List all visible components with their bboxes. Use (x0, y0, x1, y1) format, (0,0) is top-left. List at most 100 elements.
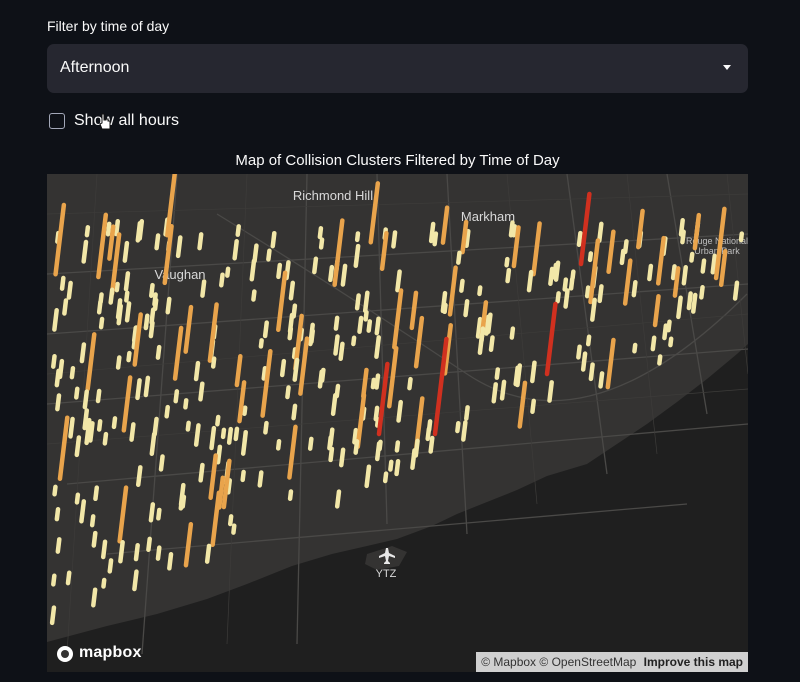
collision-column (547, 380, 554, 403)
collision-column (173, 389, 180, 404)
collision-column (225, 266, 231, 278)
collision-column (123, 271, 131, 292)
show-all-hours-checkbox[interactable] (49, 113, 65, 129)
collision-column (428, 221, 436, 244)
collision-column (710, 253, 717, 275)
collision-column (108, 287, 115, 305)
collision-column (374, 417, 381, 428)
collision-column (631, 279, 638, 298)
collision-column (570, 269, 576, 281)
collision-column (69, 366, 76, 380)
collision-column (288, 280, 296, 301)
collision-column (394, 458, 401, 477)
collision-column (209, 425, 217, 451)
collision-column (580, 351, 588, 372)
collision-column (508, 220, 515, 238)
collision-map[interactable]: Richmond Hill Markham Vaughan Rouge Nati… (47, 174, 748, 672)
collision-column (475, 316, 483, 339)
collision-column (220, 427, 227, 440)
time-of-day-select[interactable]: Afternoon (47, 44, 748, 93)
map-canvas[interactable]: Richmond Hill Markham Vaughan Rouge Nati… (47, 174, 748, 672)
map-title: Map of Collision Clusters Filtered by Ti… (235, 152, 560, 169)
collision-column (113, 218, 121, 237)
collision-column (215, 444, 223, 465)
collision-column (68, 416, 75, 439)
collision-column (146, 536, 152, 552)
collision-column (442, 302, 448, 315)
collision-column (129, 422, 136, 442)
collision-column (361, 367, 369, 399)
collision-column (395, 269, 402, 293)
collision-column (155, 545, 162, 561)
collision-column (291, 403, 298, 421)
collision-column (374, 316, 381, 336)
collision-column (488, 335, 495, 352)
collision-column (700, 258, 707, 274)
collision-column (135, 378, 142, 401)
collision-column (285, 385, 291, 400)
collision-column (135, 221, 143, 243)
collision-column (126, 350, 132, 363)
collision-column (353, 243, 361, 268)
collision-column (156, 507, 162, 521)
collision-column (54, 507, 61, 522)
collision-column (328, 264, 335, 283)
collision-column (328, 446, 335, 463)
collision-column (98, 316, 105, 330)
collision-column (135, 465, 143, 488)
collision-column (74, 492, 81, 505)
attribution-mapbox-link[interactable]: © Mapbox (481, 655, 536, 669)
collision-column (185, 420, 191, 432)
collision-column (357, 315, 364, 334)
collision-column (149, 431, 157, 456)
collision-column (509, 326, 516, 340)
collision-column (152, 416, 159, 437)
collision-column (456, 250, 462, 265)
collision-column (148, 320, 155, 339)
collision-column (240, 437, 248, 456)
collision-column (79, 342, 87, 364)
collision-column (124, 290, 130, 303)
improve-map-link[interactable]: Improve this map (644, 655, 743, 669)
chevron-down-icon[interactable] (723, 65, 731, 70)
collision-column (597, 284, 604, 304)
collision-column (459, 278, 465, 293)
collision-column (91, 587, 98, 608)
collision-column (494, 367, 501, 380)
collision-column (530, 360, 537, 384)
collision-column (568, 276, 575, 291)
collision-column (555, 291, 561, 304)
collision-column (198, 381, 205, 402)
collision-column (62, 298, 69, 316)
collision-column (530, 398, 536, 415)
collision-column (515, 363, 523, 388)
collision-column (307, 436, 314, 451)
collision-column (375, 441, 382, 462)
collision-column (133, 542, 140, 562)
collision-column (148, 502, 156, 523)
collision-column (105, 221, 112, 237)
collision-column (143, 375, 151, 398)
collision-column (276, 262, 283, 280)
collision-column (114, 281, 120, 293)
attribution-osm-link[interactable]: © OpenStreetMap (539, 655, 636, 669)
collision-column (590, 297, 597, 322)
collision-column (118, 539, 125, 564)
collision-column (333, 334, 340, 356)
collision-column (686, 291, 693, 311)
collision-column (165, 296, 172, 315)
collision-column (149, 307, 156, 325)
collision-column (619, 248, 626, 266)
collision-column (394, 440, 401, 453)
collision-column (432, 231, 439, 247)
collision-column (587, 251, 594, 263)
show-all-hours-label: Show all hours (74, 112, 179, 129)
collision-column (198, 462, 205, 483)
collision-column (317, 226, 324, 240)
collision-column (74, 386, 80, 400)
collision-column (200, 279, 207, 298)
collision-column (279, 358, 287, 378)
label-markham: Markham (461, 209, 515, 224)
collision-column (334, 489, 342, 509)
collision-column (74, 435, 82, 458)
